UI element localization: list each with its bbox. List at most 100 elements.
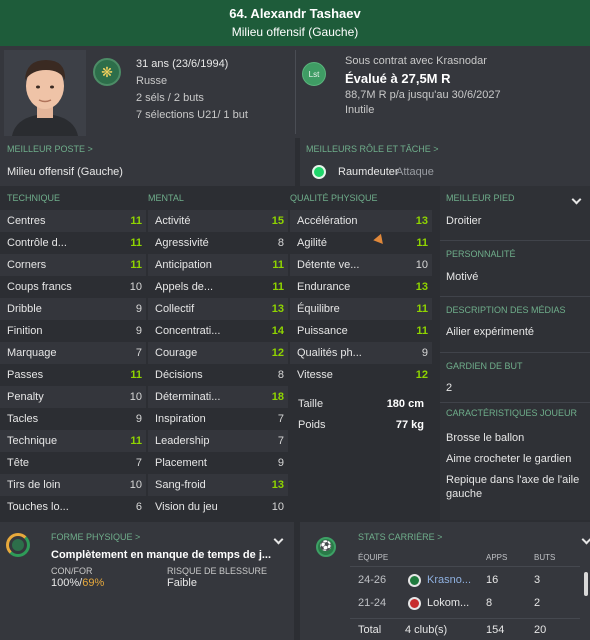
chevron-down-icon[interactable]	[273, 534, 284, 545]
traits-label: CARACTÉRISTIQUES JOUEUR	[446, 408, 578, 418]
attribute-row: Tirs de loin 10	[0, 474, 146, 496]
attribute-label: Sang-froid	[155, 479, 206, 491]
attribute-value: 11	[130, 237, 142, 249]
player-info: 31 ans (23/6/1994) Russe 2 séls / 2 buts…	[136, 56, 248, 124]
attribute-row: Marquage 7	[0, 342, 146, 364]
attribute-row: Penalty 10	[0, 386, 146, 408]
club-badge-icon[interactable]: Lst	[302, 62, 326, 86]
attribute-row: Vitesse 12	[290, 364, 432, 386]
chevron-down-icon[interactable]	[571, 194, 582, 205]
career-goals: 2	[534, 597, 541, 609]
career-team-link[interactable]: Krasno...	[427, 574, 471, 586]
best-role-link[interactable]: MEILLEURS RÔLE ET TÂCHE >	[306, 144, 438, 154]
attribute-value: 10	[129, 281, 142, 293]
attribute-label: Corners	[7, 259, 47, 271]
attribute-label: Vision du jeu	[155, 501, 218, 513]
attribute-value: 15	[271, 215, 284, 227]
chevron-down-icon[interactable]	[581, 534, 590, 545]
attribute-value: 11	[130, 369, 142, 381]
attribute-label: Agressivité	[155, 237, 209, 249]
attribute-label: Décisions	[155, 369, 203, 381]
attribute-label: Contrôle d...	[7, 237, 67, 249]
nation-flag-icon[interactable]: ❋	[93, 58, 121, 86]
attribute-row: Appels de... 11	[148, 276, 288, 298]
scrollbar[interactable]	[584, 572, 588, 596]
player-age: 31 ans (23/6/1994)	[136, 58, 229, 70]
physical-header: QUALITÉ PHYSIQUE	[290, 193, 378, 203]
attribute-value: 7	[135, 457, 142, 469]
attribute-label: Leadership	[155, 435, 210, 447]
condition-value-a: 100%/	[51, 577, 83, 589]
best-position-link[interactable]: MEILLEUR POSTE >	[7, 144, 93, 154]
attribute-label: Placement	[155, 457, 207, 469]
attribute-value: 13	[271, 479, 284, 491]
attribute-label: Passes	[7, 369, 44, 381]
attribute-label: Accélération	[297, 215, 358, 227]
attribute-label: Activité	[155, 215, 191, 227]
attribute-value: 10	[415, 259, 428, 271]
football-icon: ⚽	[316, 537, 336, 557]
attribute-value: 11	[416, 303, 428, 315]
attribute-row: Courage 12	[148, 342, 288, 364]
divider	[440, 402, 590, 403]
attribute-label: Qualités ph...	[297, 347, 362, 359]
attribute-row: Coups francs 10	[0, 276, 146, 298]
attribute-row: Décisions 8	[148, 364, 288, 386]
attribute-label: Déterminati...	[155, 391, 221, 403]
player-value: Évalué à 27,5M R	[345, 71, 451, 86]
player-header: 64. Alexandr Tashaev Milieu offensif (Ga…	[0, 0, 590, 46]
attribute-value: 7	[277, 435, 284, 447]
col-apps: APPS	[486, 553, 508, 562]
attribute-value: 10	[271, 501, 284, 513]
trait-item: Aime crocheter le gardien	[446, 453, 572, 465]
attribute-label: Coups francs	[7, 281, 72, 293]
fitness-link[interactable]: FORME PHYSIQUE >	[51, 532, 140, 542]
attribute-label: Agilité	[297, 237, 327, 249]
career-apps: 8	[486, 597, 493, 609]
attribute-value: 7	[135, 347, 142, 359]
attribute-row: Agressivité 8	[148, 232, 288, 254]
attribute-row: Endurance 13	[290, 276, 432, 298]
trait-item: Brosse le ballon	[446, 432, 525, 444]
career-team-link[interactable]: Lokom...	[427, 597, 469, 609]
player-photo	[4, 50, 86, 136]
attribute-row: Accélération 13	[290, 210, 432, 232]
attribute-value: 11	[416, 325, 428, 337]
condition-label: CON/FOR	[51, 566, 93, 576]
attribute-value: 9	[135, 325, 142, 337]
attribute-label: Marquage	[7, 347, 57, 359]
fitness-panel: FORME PHYSIQUE > Complètement en manque …	[0, 522, 294, 640]
attribute-row: Qualités ph... 9	[290, 342, 432, 364]
attribute-value: 11	[272, 259, 284, 271]
attribute-row: Corners 11	[0, 254, 146, 276]
technical-attributes: Centres 11 Contrôle d... 11 Corners 11 Coups f…	[0, 210, 146, 518]
divider	[350, 566, 580, 567]
attribute-value: 8	[277, 237, 284, 249]
attribute-value: 13	[271, 303, 284, 315]
divider	[295, 50, 296, 134]
attribute-row: Leadership 7	[148, 430, 288, 452]
total-apps: 154	[486, 624, 505, 636]
weight-value: 77 kg	[395, 419, 424, 431]
profile-panel: ❋ 31 ans (23/6/1994) Russe 2 séls / 2 bu…	[0, 46, 590, 138]
attribute-row: Contrôle d... 11	[0, 232, 146, 254]
player-nationality: Russe	[136, 75, 168, 87]
personality-label: PERSONNALITÉ	[446, 249, 516, 259]
attribute-row: Sang-froid 13	[148, 474, 288, 496]
condition-value: 100%/69%	[51, 577, 104, 589]
attribute-label: Penalty	[7, 391, 44, 403]
attribute-value: 11	[130, 259, 142, 271]
player-name: 64. Alexandr Tashaev	[229, 6, 361, 21]
attribute-label: Courage	[155, 347, 198, 359]
best-position-panel: MEILLEUR POSTE > Milieu offensif (Gauche…	[0, 138, 295, 186]
attribute-label: Concentrati...	[155, 325, 221, 337]
attribute-row: Tacles 9	[0, 408, 146, 430]
attribute-value: 14	[271, 325, 284, 337]
career-link[interactable]: STATS CARRIÈRE >	[358, 532, 442, 542]
best-role-duty: Attaque	[396, 166, 434, 178]
height-weight: Taille 180 cm Poids 77 kg	[290, 394, 432, 436]
contract-title: Sous contrat avec Krasnodar	[345, 55, 487, 67]
attribute-value: 13	[415, 281, 428, 293]
attribute-row: Déterminati... 18	[148, 386, 288, 408]
player-position: Milieu offensif (Gauche)	[231, 25, 359, 39]
